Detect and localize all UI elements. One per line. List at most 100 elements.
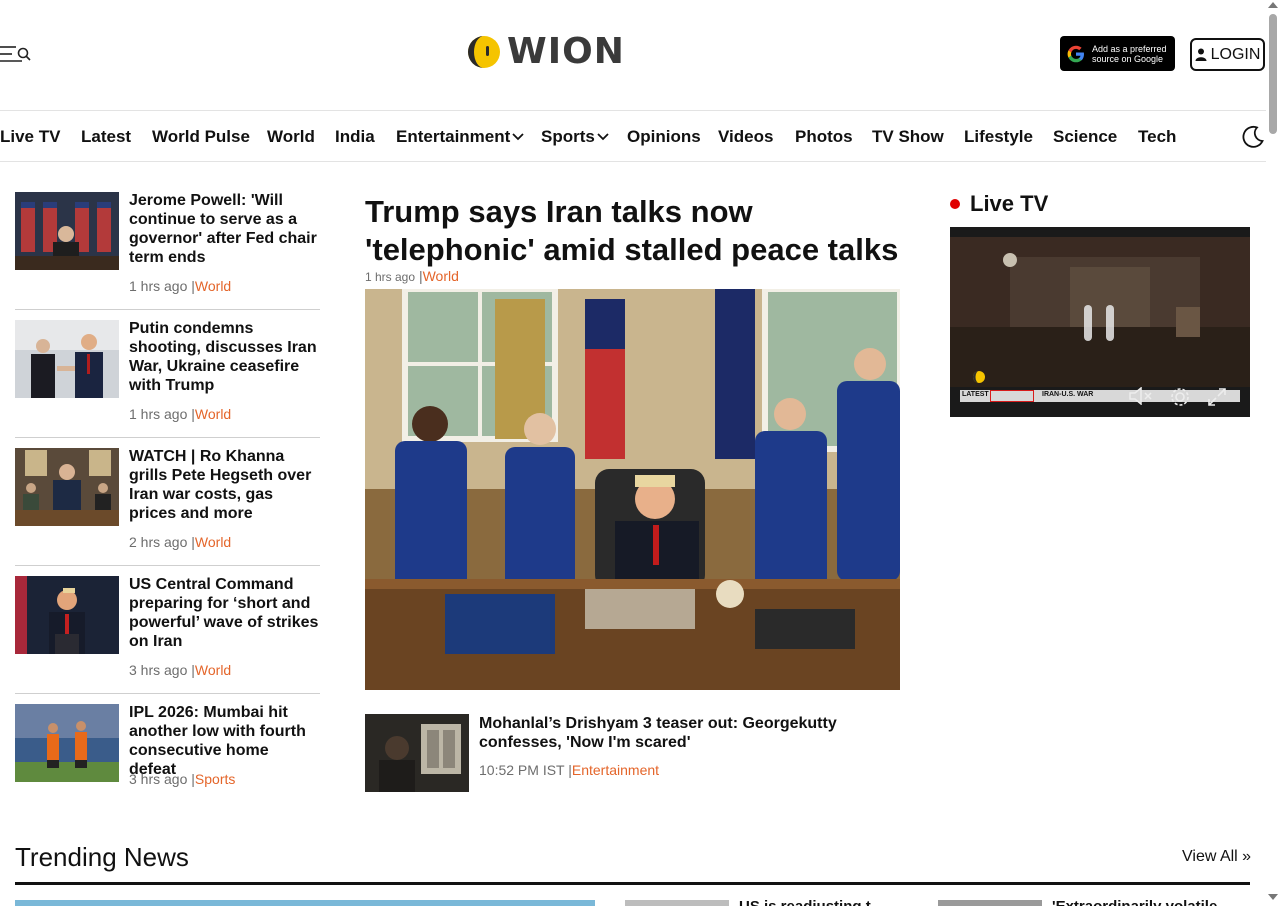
channel-logo-icon: [973, 371, 985, 383]
story-image-drishyam: [365, 714, 469, 792]
menu-icon: [0, 46, 31, 62]
login-button[interactable]: LOGIN: [1190, 38, 1265, 71]
story-meta: 3 hrs ago |Sports: [129, 771, 236, 787]
trending-news-heading: Trending News: [15, 842, 189, 872]
nav-item-photos[interactable]: Photos: [795, 127, 853, 147]
login-label: LOGIN: [1210, 45, 1261, 63]
fullscreen-icon[interactable]: [1206, 386, 1228, 408]
hero-photo-oval-office: [365, 289, 900, 690]
google-badge-text: Add as a preferred source on Google: [1092, 43, 1167, 64]
story-meta: 10:52 PM IST |Entertainment: [479, 762, 660, 778]
nav-item-opinions[interactable]: Opinions: [627, 127, 701, 147]
story-category-link[interactable]: World: [195, 534, 231, 550]
pause-icon[interactable]: [1084, 305, 1118, 341]
live-indicator-dot: [950, 199, 960, 209]
nav-item-entertainment[interactable]: Entertainment: [396, 127, 524, 147]
nav-item-latest[interactable]: Latest: [81, 127, 131, 147]
divider: [15, 309, 320, 310]
trending-card-title[interactable]: US is readjusting t...: [739, 899, 899, 906]
story-thumbnail[interactable]: [365, 714, 469, 792]
trending-card-image[interactable]: [15, 900, 595, 906]
wion-logo-icon: [468, 36, 500, 68]
list-item[interactable]: IPL 2026: Mumbai hit another low with fo…: [15, 704, 320, 814]
list-item[interactable]: Jerome Powell: 'Will continue to serve a…: [15, 191, 320, 310]
user-icon: [1195, 48, 1207, 61]
view-all-link[interactable]: View All »: [1182, 848, 1251, 866]
settings-gear-icon[interactable]: [1169, 386, 1191, 408]
google-preferred-source-button[interactable]: Add as a preferred source on Google: [1060, 36, 1175, 71]
live-tv-heading[interactable]: Live TV: [950, 191, 1048, 217]
nav-item-tech[interactable]: Tech: [1138, 127, 1176, 147]
story-thumbnail[interactable]: [15, 448, 119, 526]
ticker-right-text: IRAN-U.S. WAR: [1042, 391, 1094, 398]
site-header: WION Add as a preferred source on Google…: [0, 0, 1266, 110]
divider: [15, 882, 1250, 885]
page-scrollbar[interactable]: [1266, 0, 1280, 906]
chevron-down-icon: [597, 133, 609, 141]
story-meta: 1 hrs ago |World: [129, 406, 232, 422]
story-image-powell: [15, 192, 119, 270]
story-title[interactable]: Putin condemns shooting, discusses Iran …: [129, 319, 319, 395]
site-logo[interactable]: WION: [467, 34, 625, 70]
google-icon: [1067, 45, 1084, 62]
story-category-link[interactable]: World: [195, 662, 231, 678]
chevron-down-icon: [512, 133, 524, 141]
hero-category-link[interactable]: World: [423, 268, 459, 284]
hero-meta: 1 hrs ago |World: [365, 268, 459, 284]
list-item[interactable]: US Central Command preparing for ‘short …: [15, 575, 320, 694]
story-title[interactable]: US Central Command preparing for ‘short …: [129, 575, 319, 651]
divider: [15, 693, 320, 694]
nav-item-science[interactable]: Science: [1053, 127, 1117, 147]
story-category-link[interactable]: Entertainment: [572, 762, 659, 778]
story-title[interactable]: Mohanlal’s Drishyam 3 teaser out: George…: [479, 714, 904, 752]
news-ticker-bar: LATEST IRAN-U.S. WAR: [960, 390, 1240, 402]
trending-card-title[interactable]: 'Extraordinarily volatile...: [1052, 899, 1242, 906]
story-meta: 1 hrs ago |World: [129, 278, 232, 294]
story-image-trump-podium: [15, 576, 119, 654]
story-category-link[interactable]: World: [195, 278, 231, 294]
trending-card-thumb[interactable]: [625, 900, 729, 906]
trending-card-thumb[interactable]: [938, 900, 1042, 906]
mute-icon[interactable]: [1128, 387, 1154, 405]
story-meta: 2 hrs ago |World: [129, 534, 232, 550]
nav-item-lifestyle[interactable]: Lifestyle: [964, 127, 1033, 147]
list-item[interactable]: Mohanlal’s Drishyam 3 teaser out: George…: [365, 714, 905, 792]
nav-item-sports[interactable]: Sports: [541, 127, 609, 147]
nav-item-tv-show[interactable]: TV Show: [872, 127, 944, 147]
nav-item-world-pulse[interactable]: World Pulse: [152, 127, 250, 147]
nav-item-india[interactable]: India: [335, 127, 375, 147]
story-thumbnail[interactable]: [15, 576, 119, 654]
story-category-link[interactable]: Sports: [195, 771, 235, 787]
story-category-link[interactable]: World: [195, 406, 231, 422]
story-image-putin-trump: [15, 320, 119, 398]
nav-item-videos[interactable]: Videos: [718, 127, 773, 147]
list-item[interactable]: WATCH | Ro Khanna grills Pete Hegseth ov…: [15, 447, 320, 566]
story-image-hegseth-hearing: [15, 448, 119, 526]
live-tv-player[interactable]: LATEST IRAN-U.S. WAR: [950, 227, 1250, 417]
divider: [15, 565, 320, 566]
story-thumbnail[interactable]: [15, 192, 119, 270]
story-thumbnail[interactable]: [15, 320, 119, 398]
ticker-highlight-box: [990, 390, 1034, 402]
dark-mode-toggle[interactable]: [1240, 124, 1266, 150]
moon-icon: [1242, 125, 1264, 148]
story-thumbnail[interactable]: [15, 704, 119, 782]
story-title[interactable]: Jerome Powell: 'Will continue to serve a…: [129, 191, 319, 267]
hero-image[interactable]: [365, 289, 900, 690]
ticker-left-text: LATEST: [962, 391, 989, 398]
list-item[interactable]: Putin condemns shooting, discusses Iran …: [15, 319, 320, 438]
scrollbar-thumb[interactable]: [1269, 14, 1277, 134]
story-title[interactable]: WATCH | Ro Khanna grills Pete Hegseth ov…: [129, 447, 319, 523]
divider: [15, 437, 320, 438]
story-meta: 3 hrs ago |World: [129, 662, 232, 678]
nav-item-live-tv[interactable]: Live TV: [0, 127, 60, 147]
scroll-up-arrow-icon[interactable]: [1268, 2, 1278, 8]
story-image-ipl-match: [15, 704, 119, 782]
menu-search-button[interactable]: [0, 44, 34, 64]
nav-item-world[interactable]: World: [267, 127, 315, 147]
story-title[interactable]: IPL 2026: Mumbai hit another low with fo…: [129, 703, 319, 779]
scroll-down-arrow-icon[interactable]: [1268, 894, 1278, 900]
main-nav: Live TV Latest World Pulse World India E…: [0, 110, 1266, 162]
hero-headline[interactable]: Trump says Iran talks now 'telephonic' a…: [365, 193, 905, 269]
logo-text: WION: [507, 31, 625, 72]
